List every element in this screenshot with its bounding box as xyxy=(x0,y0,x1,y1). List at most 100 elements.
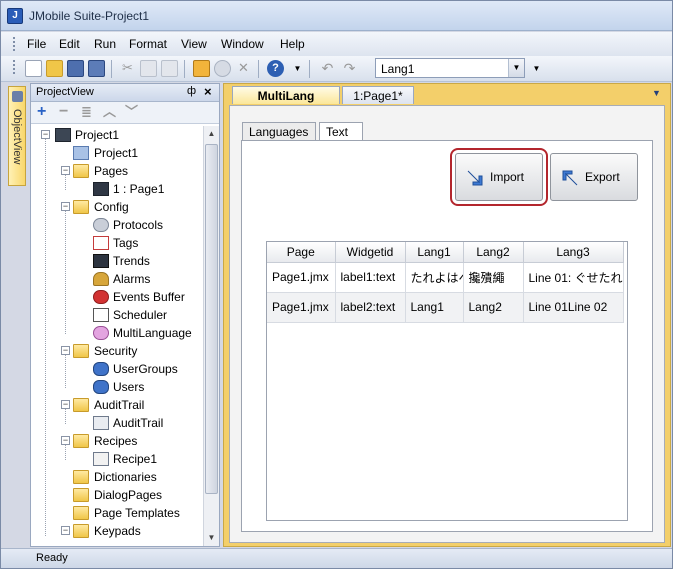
tree-item-label: Keypads xyxy=(94,524,141,538)
import-button-label: Import xyxy=(490,170,525,184)
cell-widgetid[interactable]: label2:text xyxy=(335,292,406,323)
folder-icon xyxy=(73,434,89,448)
column-header-widgetid[interactable]: Widgetid xyxy=(335,242,406,263)
tree-item-label: AuditTrail xyxy=(113,416,164,430)
tree-item-label: Trends xyxy=(113,254,150,268)
copy-icon[interactable] xyxy=(140,60,157,77)
add-icon[interactable]: + xyxy=(37,104,46,120)
menu-edit[interactable]: Edit xyxy=(59,37,80,51)
cell-lang2[interactable]: 攙殨繩 xyxy=(463,262,524,293)
scroll-up-icon[interactable]: ▲ xyxy=(204,126,219,142)
collapse-icon[interactable]: − xyxy=(61,166,70,175)
remove-icon[interactable]: − xyxy=(59,104,68,120)
cell-lang3[interactable]: Line 01: ぐせたれ... xyxy=(523,262,624,293)
collapse-icon[interactable]: − xyxy=(61,202,70,211)
collapse-icon[interactable]: − xyxy=(41,130,50,139)
column-header-page[interactable]: Page xyxy=(267,242,336,263)
import-button[interactable]: Import xyxy=(450,148,548,206)
stop-icon[interactable]: ✕ xyxy=(235,60,252,77)
table-row[interactable]: Page1.jmx label2:text Lang1 Lang2 Line 0… xyxy=(267,292,624,323)
menu-run[interactable]: Run xyxy=(94,37,116,51)
tree-item-label: Recipes xyxy=(94,434,138,448)
project-view-header: ProjectView ф × xyxy=(31,84,219,102)
save-icon[interactable] xyxy=(67,60,84,77)
project-icon xyxy=(73,146,89,160)
tree-item-label: AuditTrail xyxy=(94,398,145,412)
tree-item-label: UserGroups xyxy=(113,362,178,376)
cell-page[interactable]: Page1.jmx xyxy=(267,262,336,293)
tree-item-label: Scheduler xyxy=(113,308,168,322)
toolbar-grip[interactable] xyxy=(13,60,16,74)
table-header-row: Page Widgetid Lang1 Lang2 Lang3 xyxy=(267,242,624,263)
menu-grip[interactable] xyxy=(13,37,16,51)
pin-icon[interactable]: ф xyxy=(187,85,196,97)
tree-scrollbar[interactable]: ▲ ▼ xyxy=(203,126,219,546)
language-select[interactable]: Lang1 ▼ xyxy=(375,58,525,78)
redo-icon[interactable]: ↷ xyxy=(341,60,358,77)
help-icon[interactable]: ? xyxy=(267,60,284,77)
menu-file[interactable]: File xyxy=(27,37,46,51)
menu-format[interactable]: Format xyxy=(129,37,167,51)
cell-lang1[interactable]: Lang1 xyxy=(405,292,464,323)
move-down-icon[interactable]: ﹀ xyxy=(125,104,138,120)
cell-widgetid[interactable]: label1:text xyxy=(335,262,406,293)
toolbar-separator xyxy=(258,60,259,78)
tree-item-label: Pages xyxy=(94,164,129,178)
new-file-icon[interactable] xyxy=(25,60,42,77)
download-icon[interactable] xyxy=(193,60,210,77)
multilanguage-icon xyxy=(93,326,109,340)
import-arrow-icon xyxy=(467,170,483,186)
properties-icon[interactable]: ≣ xyxy=(81,104,92,120)
cell-lang1[interactable]: たれよはベ xyxy=(405,262,464,293)
cell-page[interactable]: Page1.jmx xyxy=(267,292,336,323)
paste-icon[interactable] xyxy=(161,60,178,77)
menu-help[interactable]: Help xyxy=(280,37,305,51)
run-icon[interactable] xyxy=(214,60,231,77)
tab-list-icon[interactable]: ▼ xyxy=(652,88,661,98)
tab-text[interactable]: Text xyxy=(319,122,363,140)
cell-lang2[interactable]: Lang2 xyxy=(463,292,524,323)
open-folder-icon[interactable] xyxy=(46,60,63,77)
menu-window[interactable]: Window xyxy=(221,37,264,51)
toolbar-overflow-icon[interactable]: ▼ xyxy=(528,60,545,77)
users-icon xyxy=(93,380,109,394)
table-row[interactable]: Page1.jmx label1:text たれよはベ 攙殨繩 Line 01:… xyxy=(267,262,624,293)
undo-icon[interactable]: ↶ xyxy=(319,60,336,77)
cell-lang3[interactable]: Line 01Line 02 xyxy=(523,292,624,323)
tree-item-label: 1 : Page1 xyxy=(113,182,165,196)
usergroups-icon xyxy=(93,362,109,376)
export-button[interactable]: Export xyxy=(550,153,638,201)
tab-languages[interactable]: Languages xyxy=(242,122,316,140)
chevron-down-icon[interactable]: ▼ xyxy=(508,59,524,77)
folder-icon xyxy=(73,524,89,538)
app-window: J JMobile Suite-Project1 File Edit Run F… xyxy=(0,0,673,569)
tab-multilang[interactable]: MultiLang xyxy=(232,86,340,104)
main-toolbar: ✂ ✕ ? ▼ ↶ ↷ Lang1 ▼ ▼ xyxy=(1,56,672,82)
objectview-side-tab[interactable]: ObjectView xyxy=(8,86,26,186)
cut-icon[interactable]: ✂ xyxy=(119,60,136,77)
menu-view[interactable]: View xyxy=(181,37,207,51)
column-header-lang2[interactable]: Lang2 xyxy=(463,242,524,263)
tree-line xyxy=(65,352,66,388)
scroll-down-icon[interactable]: ▼ xyxy=(204,530,219,546)
tags-icon xyxy=(93,236,109,250)
lock-folder-icon xyxy=(73,398,89,412)
folder-icon xyxy=(73,164,89,178)
monitor-icon xyxy=(55,128,71,142)
column-header-lang1[interactable]: Lang1 xyxy=(405,242,464,263)
move-up-icon[interactable]: ︿ xyxy=(103,104,116,120)
save-all-icon[interactable] xyxy=(88,60,105,77)
protocols-icon xyxy=(93,218,109,232)
multilang-editor: Languages Text Import Export Page Widget… xyxy=(229,105,665,543)
tab-page1[interactable]: 1:Page1* xyxy=(342,86,414,104)
close-icon[interactable]: × xyxy=(204,84,212,99)
events-icon xyxy=(93,290,109,304)
collapse-icon[interactable]: − xyxy=(61,436,70,445)
collapse-icon[interactable]: − xyxy=(61,346,70,355)
scroll-thumb[interactable] xyxy=(205,144,218,494)
toolbar-overflow-icon[interactable]: ▼ xyxy=(289,60,306,77)
collapse-icon[interactable]: − xyxy=(61,400,70,409)
column-header-lang3[interactable]: Lang3 xyxy=(523,242,624,263)
tree-item-label: Tags xyxy=(113,236,139,250)
collapse-icon[interactable]: − xyxy=(61,526,70,535)
